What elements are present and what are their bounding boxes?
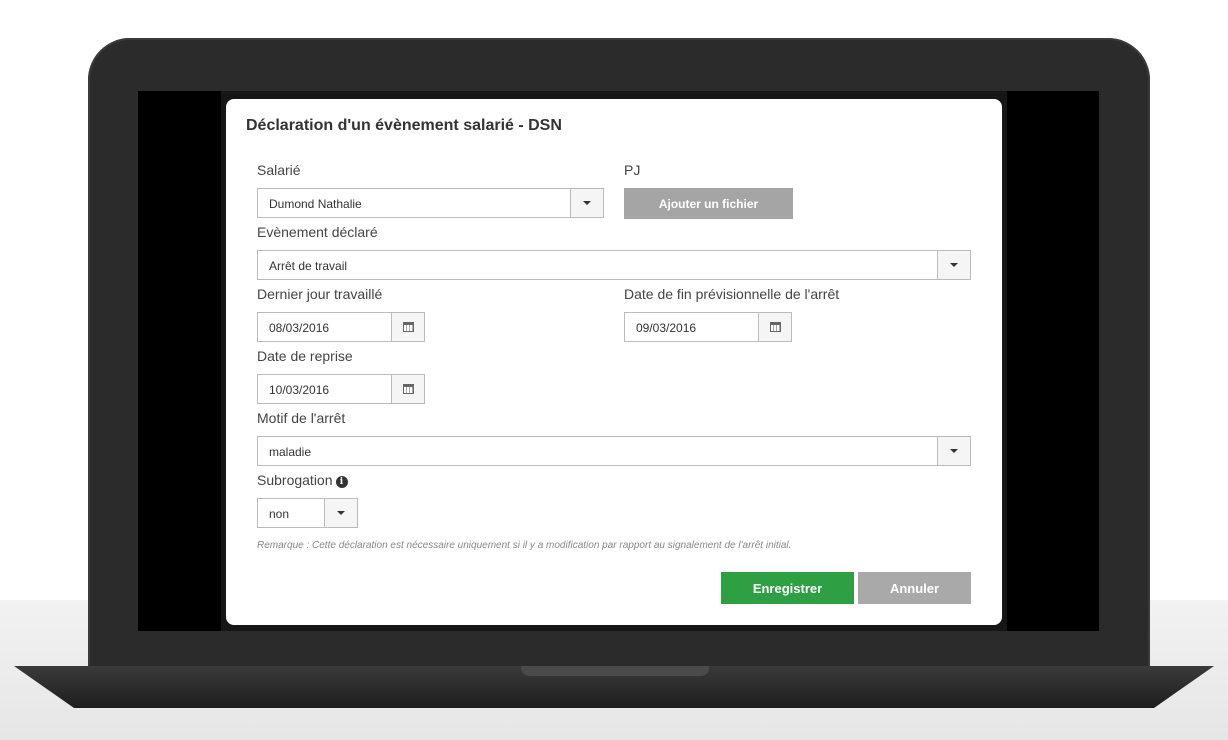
date-fin-field[interactable]: 09/03/2016 [624,312,792,342]
date-fin-value: 09/03/2016 [636,321,697,335]
evenement-dropdown-button[interactable] [937,251,970,279]
dernier-jour-value: 08/03/2016 [269,321,330,335]
subrogation-select[interactable]: non [257,498,358,528]
date-reprise-calendar-button[interactable] [391,375,424,403]
dernier-jour-field[interactable]: 08/03/2016 [257,312,425,342]
dernier-jour-label: Dernier jour travaillé [257,286,383,302]
remark-text: Remarque : Cette déclaration est nécessa… [257,540,792,551]
calendar-icon [769,322,781,332]
salarie-label: Salarié [257,162,301,178]
date-reprise-label: Date de reprise [257,348,353,364]
laptop-notch [521,666,709,676]
dsn-dialog: Déclaration d'un évènement salarié - DSN… [226,99,1002,625]
calendar-icon [402,322,414,332]
dernier-jour-calendar-button[interactable] [391,313,424,341]
salarie-value: Dumond Nathalie [269,197,362,211]
date-fin-label: Date de fin prévisionnelle de l'arrêt [624,286,840,302]
subrogation-label-row: Subrogation i [257,472,348,488]
chevron-down-icon [583,201,591,205]
info-icon[interactable]: i [335,476,348,488]
subrogation-dropdown-button[interactable] [324,499,357,527]
motif-dropdown-button[interactable] [937,437,970,465]
motif-value: maladie [269,445,312,459]
salarie-select[interactable]: Dumond Nathalie [257,188,604,218]
evenement-value: Arrêt de travail [269,259,348,273]
motif-label: Motif de l'arrêt [257,410,346,426]
cancel-button[interactable]: Annuler [858,572,971,604]
subrogation-label: Subrogation [257,472,333,488]
dialog-title: Déclaration d'un évènement salarié - DSN [246,117,562,134]
chevron-down-icon [950,449,958,453]
add-file-button[interactable]: Ajouter un fichier [624,188,793,219]
subrogation-value: non [269,507,290,521]
motif-select[interactable]: maladie [257,436,971,466]
calendar-icon [402,384,414,394]
evenement-select[interactable]: Arrêt de travail [257,250,971,280]
chevron-down-icon [950,263,958,267]
laptop-screen: Déclaration d'un évènement salarié - DSN… [138,91,1099,631]
salarie-dropdown-button[interactable] [570,189,603,217]
evenement-label: Evènement déclaré [257,224,378,240]
save-button[interactable]: Enregistrer [721,572,854,604]
date-fin-calendar-button[interactable] [758,313,791,341]
date-reprise-value: 10/03/2016 [269,383,330,397]
pj-label: PJ [624,162,641,178]
date-reprise-field[interactable]: 10/03/2016 [257,374,425,404]
chevron-down-icon [337,511,345,515]
